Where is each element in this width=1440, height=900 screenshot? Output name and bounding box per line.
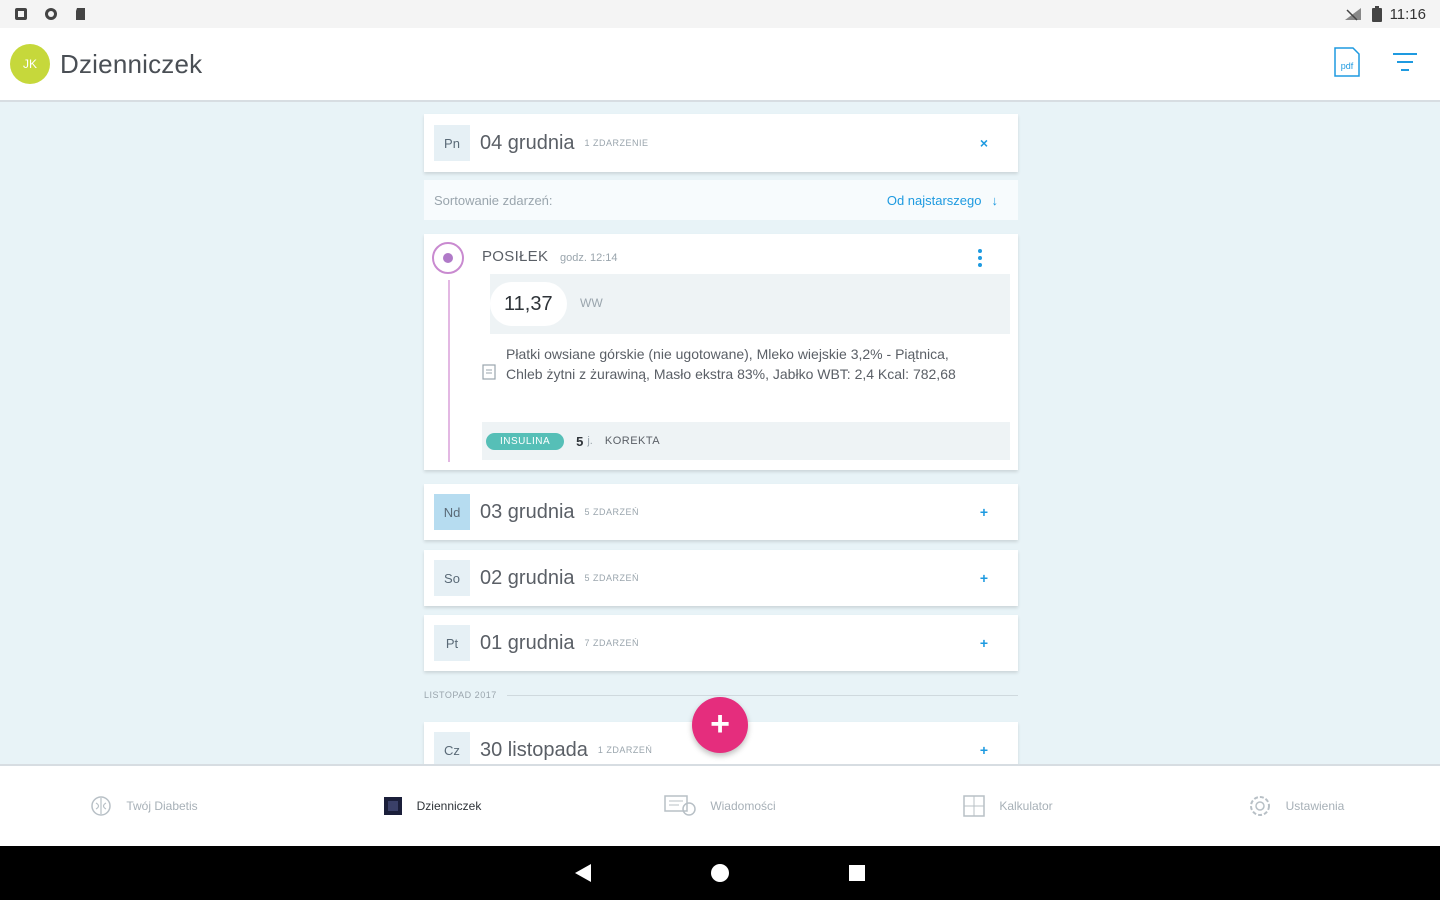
day-event-count: 7 ZDARZEŃ <box>584 638 640 648</box>
day-event-count: 1 ZDARZENIE <box>584 138 649 148</box>
day-weekday-badge: Nd <box>434 494 470 530</box>
sort-label: Sortowanie zdarzeń: <box>434 192 553 208</box>
nav-item-dzienniczek[interactable]: Dzienniczek <box>288 766 576 846</box>
sd-card-icon <box>76 8 85 20</box>
ww-value: 11,37 <box>504 292 553 315</box>
sort-row: Sortowanie zdarzeń: Od najstarszego ↓ <box>424 180 1018 220</box>
insulin-row: INSULINA 5 j. KOREKTA <box>482 422 1010 460</box>
battery-icon <box>1371 6 1382 22</box>
ww-summary: 11,37 WW <box>490 274 1010 334</box>
sort-order-value: Od najstarszego <box>886 192 982 208</box>
system-nav-bar <box>0 846 1440 900</box>
collapse-day-button[interactable]: × <box>980 135 988 151</box>
day-date: 02 grudnia <box>480 566 575 589</box>
day-card-03-grudnia[interactable]: Nd 03 grudnia 5 ZDARZEŃ + <box>424 484 1018 540</box>
nav-label: Wiadomości <box>710 799 776 813</box>
insulin-type: KOREKTA <box>604 435 661 447</box>
insulin-badge: INSULINA <box>486 432 565 450</box>
expand-day-button[interactable]: + <box>980 570 988 586</box>
nav-item-kalkulator[interactable]: Kalkulator <box>864 766 1152 846</box>
brain-icon <box>91 796 112 816</box>
ww-pill: 11,37 <box>490 282 567 326</box>
day-weekday-badge: Cz <box>434 732 470 764</box>
sort-arrow-icon: ↓ <box>991 192 999 208</box>
day-card-01-grudnia[interactable]: Pt 01 grudnia 7 ZDARZEŃ + <box>424 615 1018 671</box>
event-time: godz. 12:14 <box>560 252 618 264</box>
timeline-line <box>448 280 450 462</box>
signal-icon <box>1344 8 1361 21</box>
add-event-button[interactable]: + <box>692 697 748 753</box>
meal-description: Płatki owsiane górskie (nie ugotowane), … <box>506 346 956 382</box>
filter-button[interactable] <box>1390 46 1420 78</box>
back-icon[interactable] <box>574 863 592 883</box>
avatar[interactable]: JK <box>10 44 50 84</box>
day-event-count: 5 ZDARZEŃ <box>584 507 640 517</box>
nav-label: Ustawienia <box>1285 799 1345 813</box>
nav-label: Kalkulator <box>999 799 1053 813</box>
expand-day-button[interactable]: + <box>980 742 988 758</box>
document-icon <box>482 364 496 380</box>
day-date: 04 grudnia <box>480 131 575 154</box>
recents-icon[interactable] <box>848 864 866 882</box>
app-bar: JK Dzienniczek pdf <box>0 28 1440 102</box>
status-bar: 11:16 <box>0 0 1440 28</box>
sync-icon <box>45 8 57 20</box>
insulin-unit: j. <box>587 435 593 447</box>
nav-label: Twój Diabetis <box>126 799 198 813</box>
filter-icon <box>1393 53 1417 71</box>
insulin-value: 5 <box>576 433 584 449</box>
day-weekday-badge: Pn <box>434 125 470 161</box>
separator-line <box>506 694 1018 696</box>
status-icons-left <box>14 7 88 21</box>
messages-icon <box>664 795 697 816</box>
app-bar-actions: pdf <box>1332 46 1420 78</box>
notification-icon <box>15 8 27 20</box>
event-card-meal[interactable]: POSIŁEK godz. 12:14 11,37 WW Płatki owsi… <box>424 234 1018 470</box>
page-title: Dzienniczek <box>60 48 203 79</box>
day-card-02-grudnia[interactable]: So 02 grudnia 5 ZDARZEŃ + <box>424 550 1018 606</box>
day-date: 01 grudnia <box>480 631 575 654</box>
day-weekday-badge: So <box>434 560 470 596</box>
pdf-export-button[interactable]: pdf <box>1332 46 1362 78</box>
sort-order-button[interactable]: Od najstarszego ↓ <box>887 193 998 208</box>
svg-text:pdf: pdf <box>1341 61 1354 71</box>
day-weekday-badge: Pt <box>434 625 470 661</box>
expand-day-button[interactable]: + <box>980 504 988 520</box>
nav-item-twoj-diabetis[interactable]: Twój Diabetis <box>0 766 288 846</box>
month-label: LISTOPAD 2017 <box>424 690 497 700</box>
calculator-icon <box>963 795 986 817</box>
nav-item-ustawienia[interactable]: Ustawienia <box>1152 766 1440 846</box>
nav-label: Dzienniczek <box>416 799 482 813</box>
day-event-count: 1 ZDARZEŃ <box>597 745 653 755</box>
nav-item-wiadomosci[interactable]: Wiadomości <box>576 766 864 846</box>
day-event-count: 5 ZDARZEŃ <box>584 573 640 583</box>
journal-column: Pn 04 grudnia 1 ZDARZENIE × Sortowanie z… <box>424 114 1018 764</box>
ww-unit: WW <box>580 296 603 310</box>
status-icons-right: 11:16 <box>1344 6 1426 23</box>
journal-list[interactable]: Pn 04 grudnia 1 ZDARZENIE × Sortowanie z… <box>0 104 1440 764</box>
day-date: 03 grudnia <box>480 500 575 523</box>
home-icon[interactable] <box>710 863 730 883</box>
event-type: POSIŁEK <box>482 248 549 265</box>
meal-icon <box>432 242 464 274</box>
journal-icon <box>383 797 402 815</box>
expand-day-button[interactable]: + <box>980 635 988 651</box>
day-card-04-grudnia[interactable]: Pn 04 grudnia 1 ZDARZENIE × <box>424 114 1018 172</box>
plus-icon: + <box>710 705 730 743</box>
bottom-nav: Twój Diabetis Dzienniczek Wiadomości Kal… <box>0 764 1440 846</box>
pdf-icon: pdf <box>1334 47 1360 77</box>
more-options-icon[interactable] <box>974 246 986 270</box>
day-date: 30 listopada <box>480 738 588 761</box>
status-time: 11:16 <box>1389 5 1426 23</box>
settings-icon <box>1249 796 1270 816</box>
